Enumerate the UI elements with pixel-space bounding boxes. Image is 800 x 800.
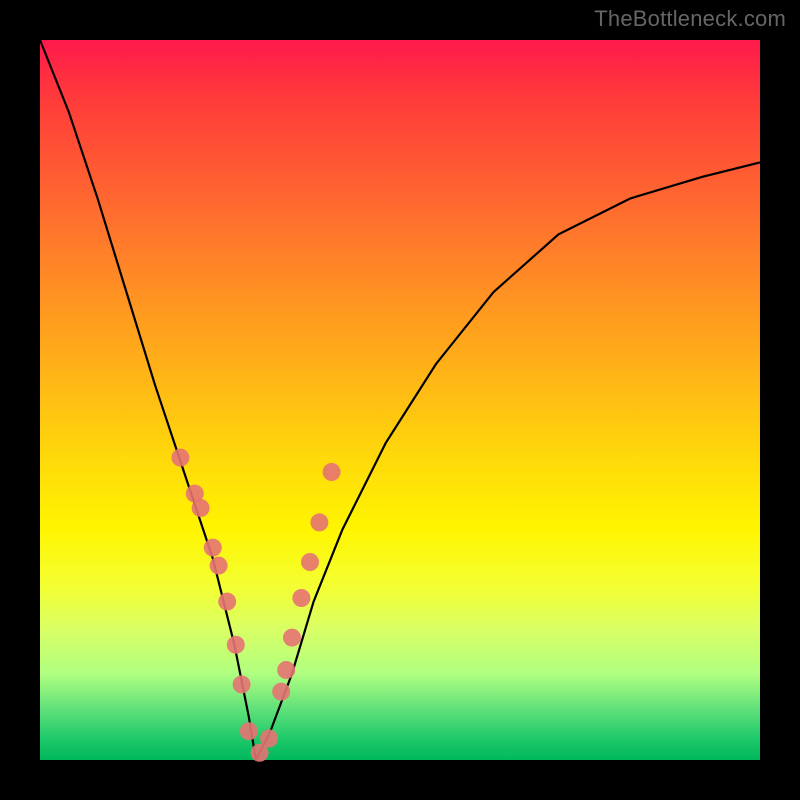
chart-frame: TheBottleneck.com	[0, 0, 800, 800]
marker-dot	[283, 629, 301, 647]
marker-dot	[227, 636, 245, 654]
marker-dot	[171, 449, 189, 467]
marker-dot	[310, 513, 328, 531]
marker-dot	[260, 729, 278, 747]
marker-dot	[240, 722, 258, 740]
marker-dot	[210, 557, 228, 575]
marker-dot	[204, 539, 222, 557]
marker-dot	[272, 683, 290, 701]
curve-layer	[40, 40, 760, 760]
marker-dot	[233, 675, 251, 693]
marker-dot	[323, 463, 341, 481]
marker-dot	[218, 593, 236, 611]
marker-dot	[277, 661, 295, 679]
watermark-text: TheBottleneck.com	[594, 6, 786, 32]
plot-area	[40, 40, 760, 760]
marker-dot	[192, 499, 210, 517]
bottleneck-curve	[40, 40, 760, 760]
marker-dot	[292, 589, 310, 607]
marker-dot	[301, 553, 319, 571]
marker-group	[171, 449, 340, 762]
